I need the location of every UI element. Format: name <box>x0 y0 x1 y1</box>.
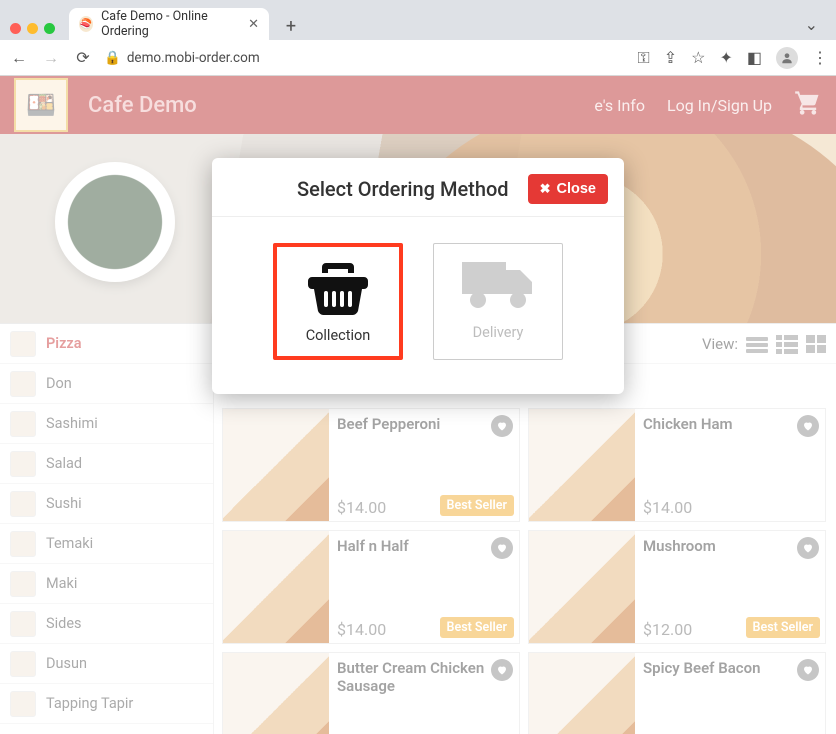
tab-favicon-icon: 🍣 <box>79 16 93 32</box>
url-text: demo.mobi-order.com <box>127 50 260 66</box>
extensions-icon[interactable]: ✦ <box>719 48 732 67</box>
profile-icon[interactable] <box>776 47 798 69</box>
key-icon[interactable]: ⚿ <box>638 48 650 68</box>
lock-icon: 🔒 <box>104 50 121 66</box>
share-icon[interactable]: ⇪ <box>664 48 677 67</box>
bookmark-icon[interactable]: ☆ <box>691 48 705 67</box>
address-bar[interactable]: 🔒 demo.mobi-order.com <box>104 50 260 66</box>
modal-title: Select Ordering Method <box>228 177 528 201</box>
close-window-icon[interactable] <box>10 23 21 34</box>
ordering-option-label: Delivery <box>473 324 524 341</box>
panel-icon[interactable]: ◧ <box>747 48 762 67</box>
ordering-option-delivery: Delivery <box>433 243 563 360</box>
close-icon: ✖ <box>540 181 551 197</box>
minimize-window-icon[interactable] <box>27 23 38 34</box>
menu-icon[interactable]: ⋮ <box>812 48 828 67</box>
truck-icon <box>458 254 538 316</box>
tab-overflow-icon[interactable]: ⌄ <box>805 15 828 40</box>
browser-chrome: 🍣 Cafe Demo - Online Ordering ✕ + ⌄ ← → … <box>0 0 836 76</box>
ordering-option-label: Collection <box>306 327 371 344</box>
ordering-method-modal: Select Ordering Method ✖ Close Collectio… <box>212 158 624 394</box>
close-button[interactable]: ✖ Close <box>528 174 608 204</box>
new-tab-button[interactable]: + <box>277 12 305 40</box>
back-button[interactable]: ← <box>8 47 30 69</box>
close-label: Close <box>557 181 597 197</box>
basket-icon <box>306 257 370 319</box>
tab-title: Cafe Demo - Online Ordering <box>101 9 240 39</box>
browser-tab[interactable]: 🍣 Cafe Demo - Online Ordering ✕ <box>69 8 269 40</box>
ordering-option-collection[interactable]: Collection <box>273 243 403 360</box>
window-controls[interactable] <box>8 23 61 40</box>
maximize-window-icon[interactable] <box>44 23 55 34</box>
forward-button[interactable]: → <box>40 47 62 69</box>
reload-button[interactable]: ⟳ <box>72 47 94 69</box>
close-tab-icon[interactable]: ✕ <box>248 17 259 32</box>
